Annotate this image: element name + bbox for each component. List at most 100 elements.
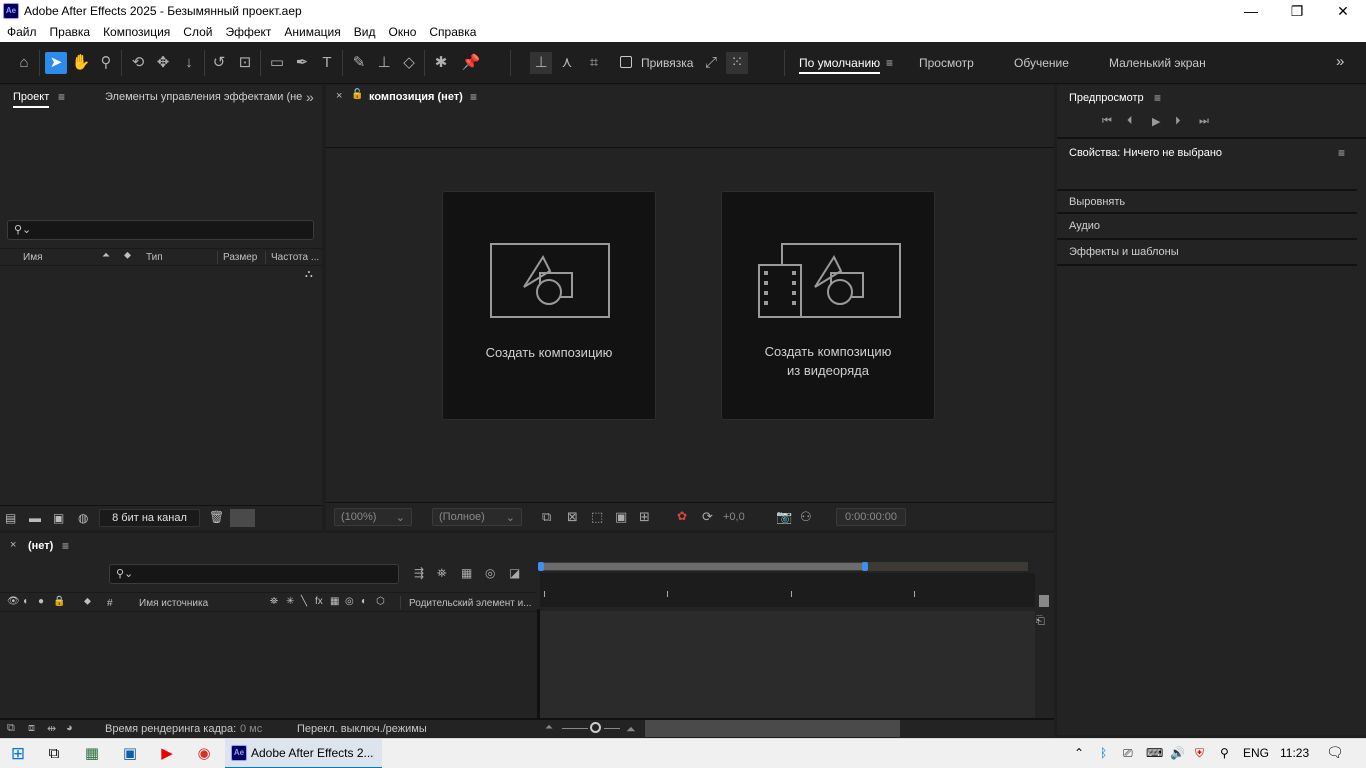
color-channels-icon[interactable]: ✿ — [677, 509, 687, 523]
close-tab-icon[interactable]: × — [10, 539, 16, 551]
region-of-interest-icon[interactable]: ▣ — [615, 509, 627, 525]
project-search-input[interactable]: ⚲⌄ — [7, 220, 314, 240]
reset-exposure-icon[interactable]: ⟳ — [702, 509, 713, 525]
workspace-default[interactable]: По умолчанию — [799, 56, 881, 74]
timeline-tracks[interactable] — [540, 611, 1035, 719]
network-icon[interactable]: ⚲ — [1220, 746, 1229, 760]
show-hidden-icons-icon[interactable]: ⌃ — [1074, 746, 1084, 760]
last-frame-icon[interactable]: ⏭ — [1199, 115, 1209, 128]
tab-effect-controls[interactable]: Элементы управления эффектами (нет — [105, 91, 302, 103]
col-source-name[interactable]: Имя источника — [139, 598, 208, 609]
play-icon[interactable]: ▶ — [1152, 115, 1160, 128]
eraser-tool-icon[interactable]: ◇ — [398, 52, 420, 74]
timeline-horizontal-scrollbar[interactable] — [645, 720, 900, 737]
comp-mini-flowchart-icon[interactable]: ⇶ — [414, 566, 424, 580]
shy-icon[interactable]: ⛯ — [270, 596, 278, 607]
view-axis-icon[interactable]: ⌗ — [583, 52, 605, 74]
frame-blend-icon[interactable]: ▦ — [330, 596, 339, 607]
effects-fx-icon[interactable]: fx — [315, 596, 323, 607]
section-audio[interactable]: Аудио — [1057, 215, 1357, 240]
properties-menu-icon[interactable]: ≡ — [1338, 146, 1345, 160]
toggle-switches-modes[interactable]: Перекл. выключ./режимы — [297, 723, 427, 735]
menu-effect[interactable]: Эффект — [225, 22, 278, 42]
lock-icon[interactable]: 🔒 — [53, 596, 65, 607]
calculator-icon[interactable]: ▦ — [80, 742, 104, 766]
work-area-end-handle[interactable] — [862, 562, 868, 571]
layer-switches-icon[interactable]: ⧉ — [7, 722, 15, 735]
zoom-slider-track[interactable] — [604, 728, 620, 729]
tab-composition[interactable]: композиция (нет) — [369, 91, 463, 103]
close-tab-icon[interactable]: × — [336, 90, 342, 102]
col-rate[interactable]: Частота ... — [271, 252, 319, 263]
store-icon[interactable]: ▣ — [118, 742, 142, 766]
bit-depth-button[interactable]: 8 бит на канал — [99, 509, 200, 527]
roto-brush-icon[interactable]: ✱ — [430, 52, 452, 74]
grid-guides-icon[interactable]: ⊞ — [639, 509, 650, 525]
minimize-button[interactable]: — — [1228, 0, 1274, 22]
project-settings-icon[interactable]: ◍ — [78, 511, 88, 525]
youtube-icon[interactable]: ▶ — [155, 742, 179, 766]
tab-project[interactable]: Проект — [13, 91, 50, 108]
menu-layer[interactable]: Слой — [183, 22, 219, 42]
zoom-slider-track[interactable] — [562, 728, 588, 729]
world-axis-icon[interactable]: ⋏ — [556, 52, 578, 74]
motion-blur-icon[interactable]: ◎ — [485, 566, 495, 580]
comp-button-icon[interactable]: ⎗ — [1036, 615, 1045, 628]
rotate-tool-icon[interactable]: ↺ — [208, 52, 230, 74]
menu-window[interactable]: Окно — [388, 22, 423, 42]
anchor-point-tool-icon[interactable]: ⊡ — [234, 52, 256, 74]
tab-timeline[interactable]: (нет) — [28, 540, 53, 552]
volume-icon[interactable]: 🔊 — [1170, 746, 1185, 760]
menu-view[interactable]: Вид — [354, 22, 383, 42]
graph-editor-icon[interactable]: ◪ — [509, 566, 520, 580]
menu-composition[interactable]: Композиция — [103, 22, 177, 42]
workspace-learn[interactable]: Обучение — [1014, 56, 1069, 70]
pen-tool-icon[interactable]: ✒ — [291, 52, 313, 74]
language-indicator[interactable]: ENG — [1243, 746, 1269, 760]
dolly-camera-icon[interactable]: ↓ — [178, 52, 200, 74]
brush-tool-icon[interactable]: ✎ — [348, 52, 370, 74]
label-tag-icon[interactable]: ⬥ — [84, 596, 91, 607]
transfer-controls-icon[interactable]: ⧈ — [28, 722, 35, 735]
pan-camera-icon[interactable]: ✥ — [152, 52, 174, 74]
new-composition-icon[interactable]: ▣ — [53, 511, 64, 525]
notifications-icon[interactable]: 🗨 — [1326, 744, 1344, 761]
new-folder-icon[interactable]: ▬ — [29, 511, 41, 525]
audio-speaker-icon[interactable]: ◖ — [22, 596, 28, 607]
frame-blending-icon[interactable]: ▦ — [461, 566, 472, 580]
work-area-start-handle[interactable] — [538, 562, 544, 571]
video-eye-icon[interactable]: 👁 — [7, 596, 20, 607]
3d-layer-icon[interactable]: ⬡ — [376, 596, 385, 607]
clone-stamp-icon[interactable]: ⊥ — [373, 52, 395, 74]
new-composition-from-footage-card[interactable]: Создать композицию из видеоряда — [721, 191, 935, 420]
menu-file[interactable]: Файл — [7, 22, 44, 42]
hand-tool-icon[interactable]: ✋ — [70, 52, 92, 74]
show-snapshot-icon[interactable]: ⚇ — [800, 509, 812, 525]
preview-menu-icon[interactable]: ≡ — [1154, 91, 1161, 105]
time-ruler[interactable] — [540, 573, 1035, 607]
rectangle-tool-icon[interactable]: ▭ — [266, 52, 288, 74]
clock[interactable]: 11:23 — [1280, 746, 1309, 760]
workspace-review[interactable]: Просмотр — [919, 56, 974, 70]
timeline-menu-icon[interactable]: ≡ — [62, 539, 69, 553]
label-tag-icon[interactable]: ⬥ — [124, 250, 131, 261]
first-frame-icon[interactable]: ⏮ — [1102, 115, 1112, 128]
mask-visibility-icon[interactable]: ⬚ — [591, 509, 603, 525]
render-time-icon[interactable]: ◕ — [66, 722, 73, 734]
task-view-icon[interactable]: ⧉ — [42, 742, 66, 766]
flowchart-icon[interactable]: ⛬ — [305, 268, 313, 281]
col-name[interactable]: Имя — [23, 252, 42, 263]
motion-blur-col-icon[interactable]: ◎ — [345, 596, 354, 607]
adjustment-layer-icon[interactable]: ◐ — [361, 596, 367, 607]
col-parent-link[interactable]: Родительский элемент и... — [409, 598, 532, 609]
puppet-pin-icon[interactable]: 📌 — [460, 52, 482, 74]
project-menu-icon[interactable]: ≡ — [58, 90, 65, 104]
input-indicator-icon[interactable]: ⌨ — [1146, 746, 1163, 760]
workspace-small-screen[interactable]: Маленький экран — [1109, 56, 1206, 70]
snap-checkbox[interactable] — [620, 56, 632, 68]
bluetooth-icon[interactable]: ᛒ — [1100, 746, 1107, 760]
col-number[interactable]: # — [107, 598, 113, 609]
panel-overflow-icon[interactable]: » — [306, 89, 314, 105]
next-frame-icon[interactable]: ⏵ — [1175, 115, 1181, 128]
selection-tool-icon[interactable]: ➤ — [45, 52, 67, 74]
